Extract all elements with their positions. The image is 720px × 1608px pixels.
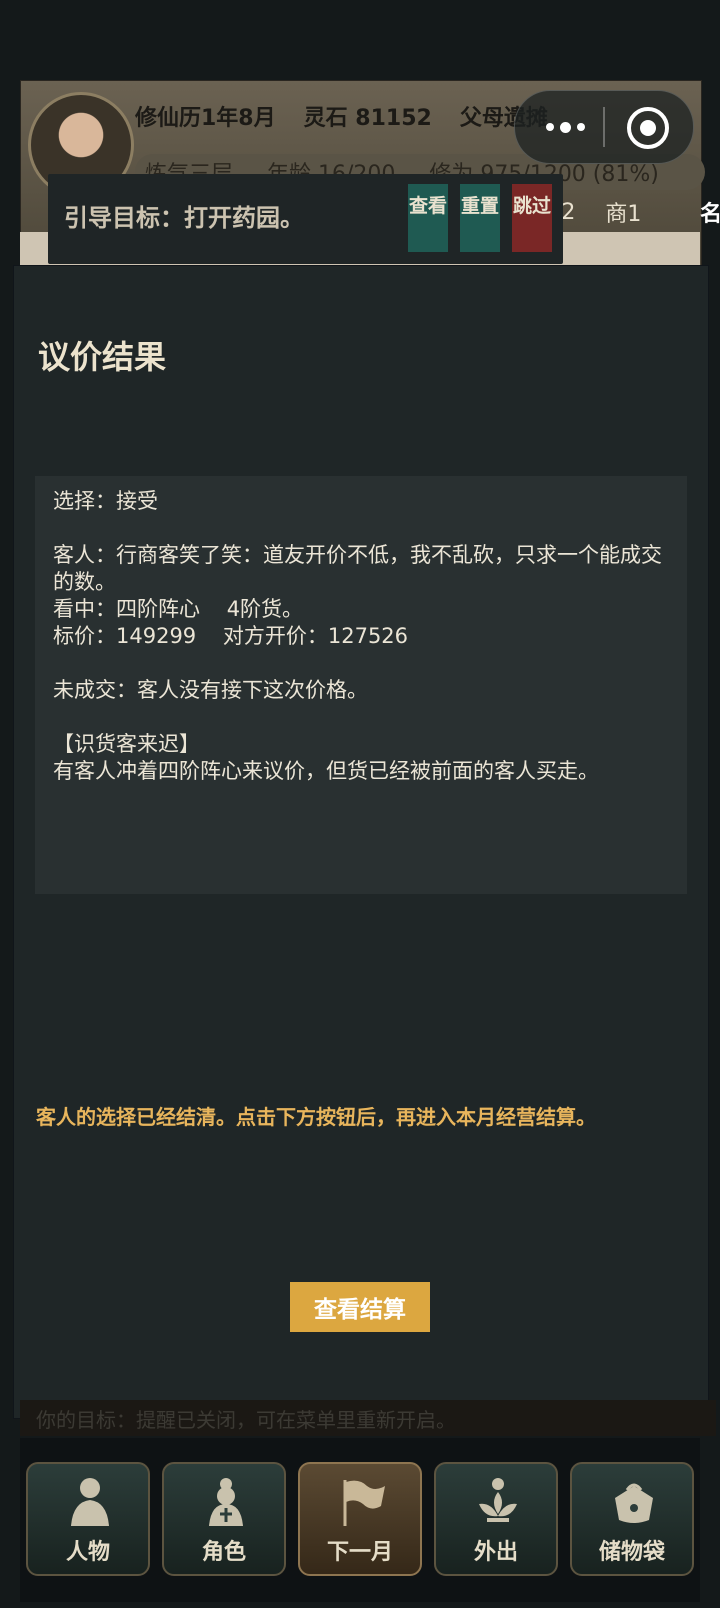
guide-reset-button[interactable]: 重置 [460, 184, 500, 252]
stat-c-text: 名 [700, 202, 720, 227]
status-strip: 你的目标：提醒已关闭，可在菜单里重新开启。 [20, 1400, 716, 1436]
capsule-divider [603, 107, 605, 147]
guide-view-button[interactable]: 查看 [408, 184, 448, 252]
lotus-icon [479, 1478, 517, 1522]
more-icon[interactable] [535, 91, 595, 163]
nav-label-next-month: 下一月 [326, 1540, 393, 1565]
view-settlement-button[interactable]: 查看结算 [290, 1282, 430, 1332]
nav-label-outing: 外出 [473, 1540, 518, 1565]
close-miniprogram-icon[interactable] [627, 107, 669, 149]
header-top-row: 修仙历1年8月 灵石 81152 父母遗摊 [135, 96, 555, 136]
guest-line: 客人：行商客笑了笑：道友开价不低，我不乱砍，只求一个能成交的数。 [53, 543, 662, 594]
choice-line: 选择：接受 [53, 489, 158, 513]
bag-icon [615, 1483, 653, 1523]
spirit-stones-text: 灵石 81152 [303, 106, 432, 131]
settle-notice: 客人的选择已经结清。点击下方按钮后，再进入本月经营结算。 [36, 1105, 596, 1129]
nav-label-character: 角色 [201, 1540, 246, 1565]
miniprogram-capsule [514, 90, 694, 164]
calendar-text: 修仙历1年8月 [135, 106, 276, 131]
nav-label-person: 人物 [65, 1540, 110, 1565]
modal-title: 议价结果 [38, 338, 167, 376]
guide-text: 引导目标：打开药园。 [64, 204, 304, 232]
nav-item-storage-bag[interactable]: 储物袋 [570, 1462, 694, 1576]
result-line: 未成交：客人没有接下这次价格。 [53, 678, 368, 702]
nav-item-character[interactable]: 角色 [162, 1462, 286, 1576]
event-desc-line: 有客人冲着四阶阵心来议价，但货已经被前面的客人买走。 [53, 759, 599, 783]
stat-b-text: 商1 [605, 202, 642, 227]
nav-item-next-month[interactable]: 下一月 [298, 1462, 422, 1576]
character-icon [209, 1478, 243, 1526]
bargain-result-modal: 议价结果 选择：接受 客人：行商客笑了笑：道友开价不低，我不乱砍，只求一个能成交… [13, 265, 709, 1419]
nav-label-storage-bag: 储物袋 [598, 1540, 665, 1565]
price-line: 标价：149299 对方开价：127526 [53, 624, 409, 648]
guide-bar: 引导目标：打开药园。 查看 重置 跳过 [48, 174, 563, 264]
nav-item-person[interactable]: 人物 [26, 1462, 150, 1576]
bottom-nav: 人物 角色 下一月 外出 储物袋 [20, 1438, 700, 1602]
flag-icon [343, 1480, 385, 1526]
event-title-line: 【识货客来迟】 [53, 732, 200, 756]
interest-line: 看中：四阶阵心 4阶货。 [53, 597, 304, 621]
person-icon [71, 1478, 109, 1526]
nav-item-outing[interactable]: 外出 [434, 1462, 558, 1576]
result-details: 选择：接受 客人：行商客笑了笑：道友开价不低，我不乱砍，只求一个能成交的数。 看… [35, 476, 687, 894]
guide-skip-button[interactable]: 跳过 [512, 184, 552, 252]
